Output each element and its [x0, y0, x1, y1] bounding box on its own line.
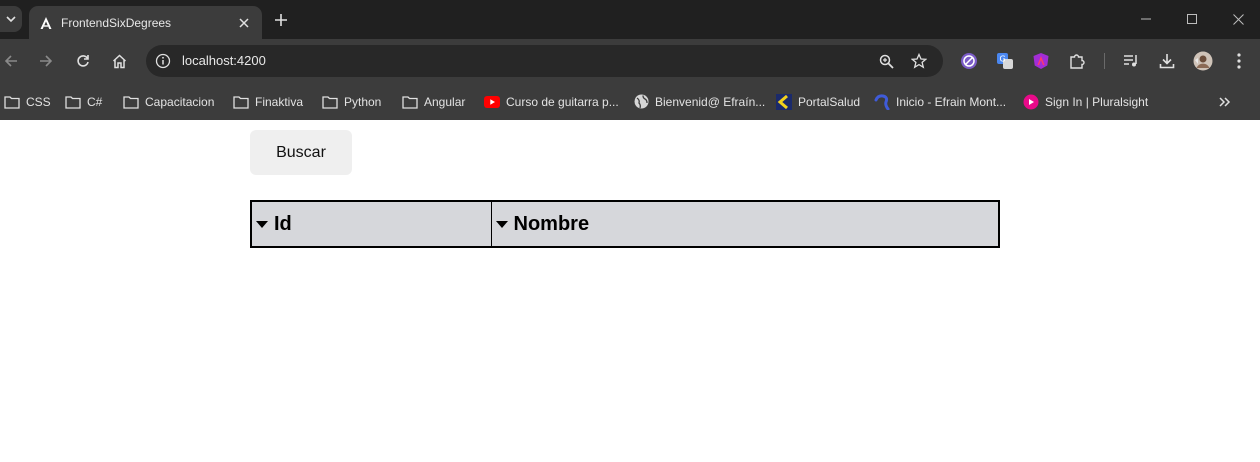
back-arrow-icon [4, 55, 17, 67]
column-header-label: Id [274, 212, 292, 235]
sort-arrow-icon[interactable] [256, 220, 268, 228]
more-options-icon[interactable] [1228, 50, 1250, 72]
bookmark-portalsalud[interactable]: PortalSalud [776, 83, 860, 120]
minimize-window-button[interactable] [1135, 8, 1157, 30]
bookmark-folder-angular[interactable]: Angular [402, 83, 465, 120]
bookmark-bienvenido[interactable]: Bienvenid@ Efraín... [633, 83, 765, 120]
home-button[interactable] [108, 50, 130, 72]
bookmark-label: Capacitacion [145, 94, 215, 109]
bookmark-label: PortalSalud [798, 94, 861, 109]
site-icon [874, 93, 890, 110]
table-header-row: Id Nombre [251, 201, 999, 247]
pluralsight-icon [1023, 94, 1039, 110]
page-content: Buscar Id Nombre [0, 120, 1260, 462]
browser-tab[interactable]: FrontendSixDegrees [29, 6, 262, 39]
ad-blocker-extension-icon[interactable] [958, 50, 980, 72]
folder-icon [123, 94, 139, 110]
folder-icon [65, 94, 81, 110]
column-header-label: Nombre [513, 212, 590, 235]
bookmark-folder-capacitacion[interactable]: Capacitacion [123, 83, 214, 120]
folder-icon [4, 94, 20, 110]
maximize-icon [1187, 14, 1197, 24]
forward-arrow-icon [40, 55, 53, 67]
column-header-nombre[interactable]: Nombre [491, 201, 999, 247]
globe-icon [633, 94, 649, 110]
tab-title: FrontendSixDegrees [61, 15, 172, 30]
bookmark-label: Bienvenid@ Efraín... [655, 94, 766, 109]
angular-icon [38, 15, 54, 31]
browser-toolbar: localhost:4200 G [0, 39, 1260, 83]
address-bar[interactable]: localhost:4200 [146, 45, 943, 77]
toolbar-divider [1104, 53, 1105, 69]
close-window-button[interactable] [1227, 8, 1249, 30]
bookmarks-bar: CSS C# Capacitacion Finaktiva Python Ang… [0, 83, 1260, 120]
new-tab-button[interactable] [270, 9, 292, 31]
close-icon [1232, 13, 1244, 25]
bookmark-label: Python [344, 94, 382, 109]
bookmark-label: Angular [424, 94, 466, 109]
home-icon [112, 53, 126, 68]
youtube-icon [484, 94, 500, 110]
portalsalud-icon [776, 93, 792, 110]
download-icon[interactable] [1156, 50, 1178, 72]
close-tab-icon[interactable] [234, 13, 254, 33]
bookmark-label: Inicio - Efrain Mont... [896, 94, 1007, 109]
folder-icon [402, 94, 418, 110]
bookmark-label: C# [87, 94, 103, 109]
search-button[interactable]: Buscar [250, 130, 352, 175]
forward-button[interactable] [35, 50, 57, 72]
tab-strip: FrontendSixDegrees [0, 0, 1260, 39]
translate-extension-icon[interactable]: G [994, 50, 1016, 72]
bookmark-label: Curso de guitarra p... [506, 94, 619, 109]
reload-button[interactable] [72, 50, 94, 72]
bookmark-label: Sign In | Pluralsight [1045, 94, 1149, 109]
zoom-icon[interactable] [876, 51, 896, 71]
bookmark-label: Finaktiva [255, 94, 304, 109]
bookmark-folder-css[interactable]: CSS [4, 83, 51, 120]
bookmark-star-icon[interactable] [909, 51, 929, 71]
sort-arrow-icon[interactable] [495, 220, 508, 228]
bookmark-label: CSS [26, 94, 51, 109]
more-bookmarks-icon[interactable] [1214, 91, 1236, 113]
bookmark-folder-finaktiva[interactable]: Finaktiva [233, 83, 303, 120]
site-info-icon[interactable] [154, 52, 172, 70]
bookmark-pluralsight[interactable]: Sign In | Pluralsight [1023, 83, 1148, 120]
folder-icon [322, 94, 338, 110]
plus-icon [275, 14, 287, 26]
bookmark-folder-csharp[interactable]: C# [65, 83, 102, 120]
folder-icon [233, 94, 249, 110]
column-header-id[interactable]: Id [251, 201, 492, 247]
minimize-icon [1141, 18, 1151, 20]
angular-devtools-extension-icon[interactable] [1030, 50, 1052, 72]
media-controls-icon[interactable] [1120, 50, 1142, 72]
bookmark-guitarra[interactable]: Curso de guitarra p... [484, 83, 619, 120]
reload-icon [77, 55, 89, 67]
address-url[interactable]: localhost:4200 [182, 53, 266, 68]
svg-text:G: G [1000, 55, 1006, 64]
bookmark-inicio[interactable]: Inicio - Efrain Mont... [874, 83, 1006, 120]
maximize-window-button[interactable] [1181, 8, 1203, 30]
extensions-puzzle-icon[interactable] [1066, 50, 1088, 72]
results-table: Id Nombre [250, 200, 1000, 248]
chevron-down-icon [6, 16, 16, 23]
tab-search-button[interactable] [0, 6, 22, 32]
bookmark-folder-python[interactable]: Python [322, 83, 381, 120]
profile-avatar[interactable] [1192, 50, 1214, 72]
back-button[interactable] [0, 50, 22, 72]
